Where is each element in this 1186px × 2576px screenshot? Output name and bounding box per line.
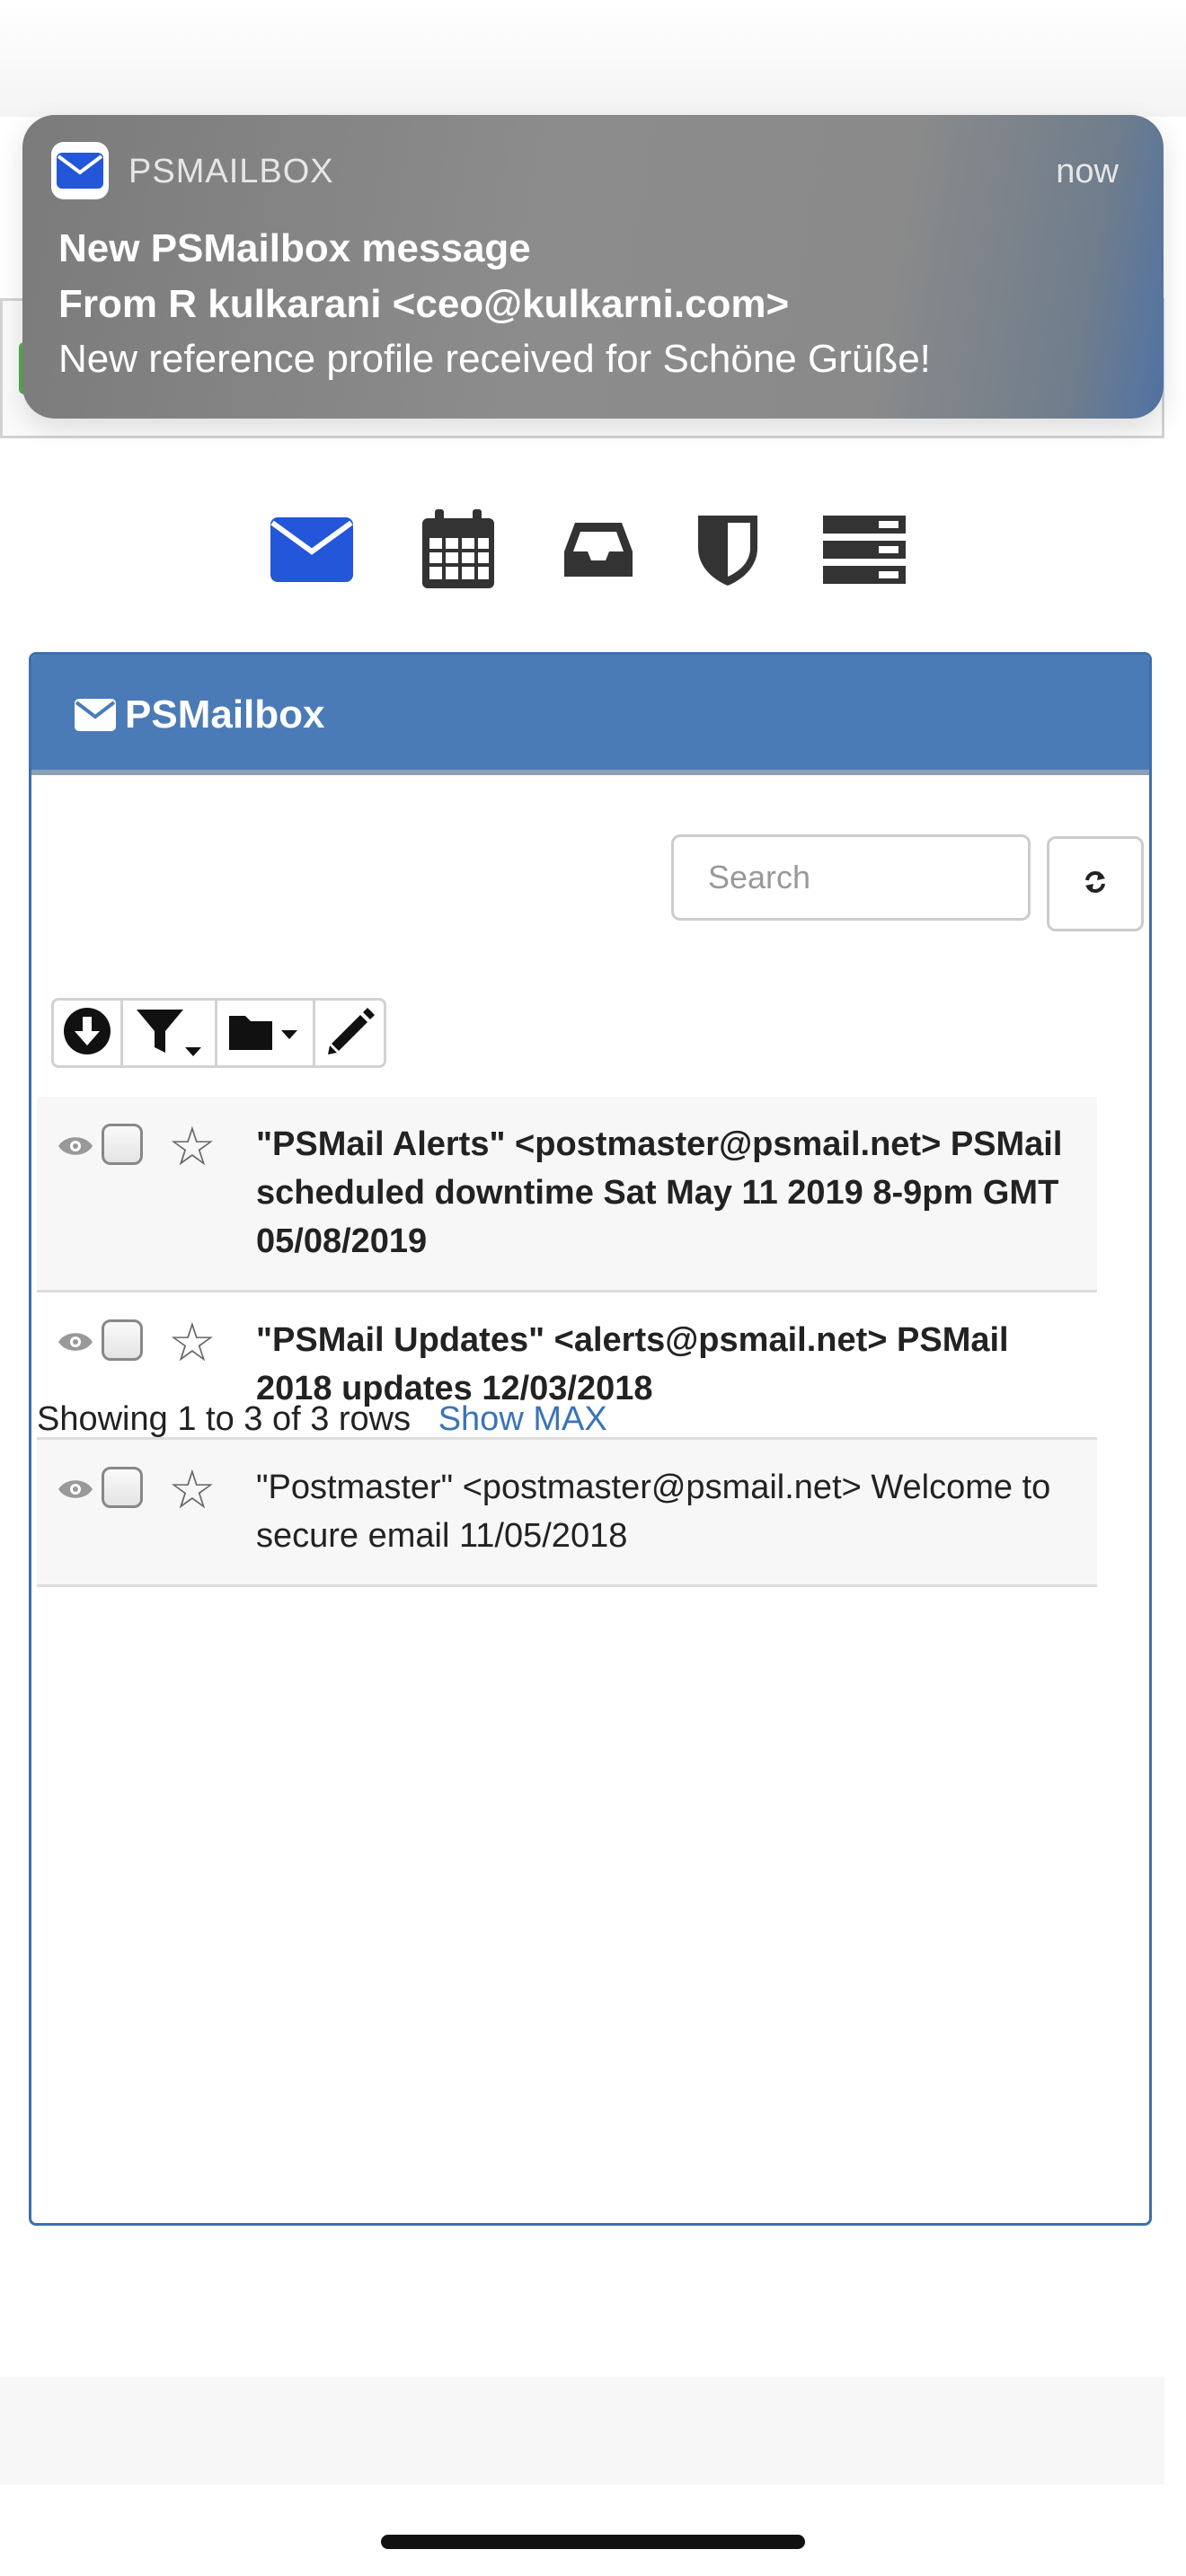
message-summary[interactable]: "Postmaster" <postmaster@psmail.net> Wel… <box>256 1463 1083 1560</box>
server-list-icon[interactable] <box>819 505 909 595</box>
message-toolbar <box>51 998 386 1068</box>
panel-header: PSMailbox <box>31 655 1149 775</box>
star-icon[interactable]: ☆ <box>168 1120 217 1174</box>
show-max-link[interactable]: Show MAX <box>438 1400 607 1438</box>
push-notification[interactable]: PSMAILBOX now New PSMailbox message From… <box>22 115 1164 419</box>
message-summary[interactable]: "PSMail Alerts" <postmaster@psmail.net> … <box>256 1120 1083 1266</box>
folder-dropdown-button[interactable] <box>215 998 315 1068</box>
message-summary[interactable]: "PSMail Updates" <alerts@psmail.net> PSM… <box>256 1316 1083 1413</box>
home-indicator[interactable] <box>381 2535 805 2549</box>
pencil-icon <box>323 1004 376 1063</box>
refresh-button[interactable] <box>1047 836 1144 931</box>
row-checkbox[interactable] <box>102 1467 143 1508</box>
eye-icon[interactable] <box>57 1133 94 1164</box>
row-checkbox[interactable] <box>102 1319 143 1361</box>
notification-body: New reference profile received for Schön… <box>58 337 931 381</box>
notification-time: now <box>1056 153 1119 190</box>
bottom-bar <box>0 2377 1164 2484</box>
table-row[interactable]: ☆ "PSMail Alerts" <postmaster@psmail.net… <box>37 1097 1097 1292</box>
download-button[interactable] <box>51 998 123 1068</box>
pagination-summary: Showing 1 to 3 of 3 rows <box>37 1400 412 1438</box>
star-icon[interactable]: ☆ <box>168 1463 217 1517</box>
compose-button[interactable] <box>313 998 386 1068</box>
message-list: ☆ "PSMail Alerts" <postmaster@psmail.net… <box>37 1097 1097 1587</box>
star-icon[interactable]: ☆ <box>168 1316 217 1370</box>
search-input[interactable] <box>671 834 1031 921</box>
refresh-icon <box>1083 869 1108 899</box>
panel-body: ☆ "PSMail Alerts" <postmaster@psmail.net… <box>37 775 1144 2205</box>
status-area <box>0 0 1186 117</box>
shield-icon[interactable] <box>683 505 773 595</box>
pagination: Showing 1 to 3 of 3 rows Show MAX <box>37 1400 607 1439</box>
eye-icon[interactable] <box>57 1476 94 1507</box>
notification-app-name: PSMAILBOX <box>128 153 334 190</box>
envelope-icon <box>51 142 109 199</box>
notification-title: New PSMailbox message <box>58 226 531 270</box>
download-icon <box>62 1006 112 1061</box>
filter-dropdown-icon <box>133 1004 205 1063</box>
table-row[interactable]: ☆ "Postmaster" <postmaster@psmail.net> W… <box>37 1440 1097 1587</box>
filter-dropdown-button[interactable] <box>120 998 217 1068</box>
envelope-icon[interactable] <box>267 505 357 595</box>
inbox-tray-icon[interactable] <box>553 505 643 595</box>
envelope-icon <box>75 699 116 736</box>
eye-icon[interactable] <box>57 1328 94 1360</box>
panel-title: PSMailbox <box>125 693 325 737</box>
folder-dropdown-icon <box>226 1009 305 1058</box>
notification-sender: From R kulkarani <ceo@kulkarni.com> <box>58 282 790 326</box>
calendar-icon[interactable] <box>413 505 503 595</box>
mailbox-panel: PSMailbox Search ☆ "PSMail Alerts" <post… <box>29 652 1152 2226</box>
row-checkbox[interactable] <box>102 1124 143 1165</box>
